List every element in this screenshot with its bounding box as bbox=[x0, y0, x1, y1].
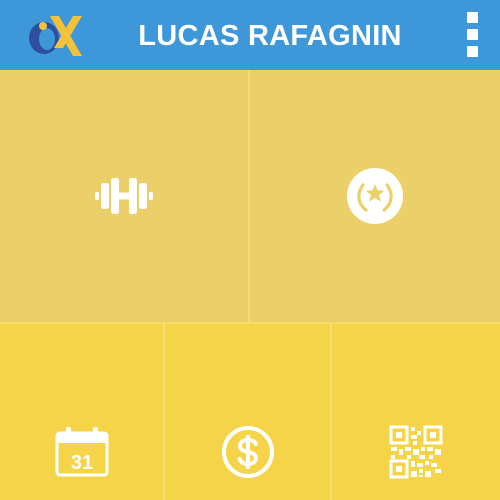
tile-calendar[interactable]: 31 bbox=[0, 324, 163, 500]
dollar-coin-icon bbox=[221, 426, 274, 478]
tile-awards[interactable] bbox=[250, 70, 500, 322]
page-title: LUCAS RAFAGNIN bbox=[138, 20, 402, 52]
overflow-menu-icon[interactable] bbox=[462, 12, 484, 58]
calendar-icon: 31 bbox=[55, 427, 108, 477]
tile-payment[interactable] bbox=[165, 324, 330, 500]
tile-qr[interactable] bbox=[332, 324, 500, 500]
app-header: LUCAS RAFAGNIN bbox=[0, 0, 500, 70]
calendar-day-label: 31 bbox=[70, 452, 92, 474]
tile-workout[interactable] bbox=[0, 70, 248, 322]
laurel-star-icon bbox=[347, 168, 403, 224]
qr-code-icon bbox=[389, 425, 443, 479]
dumbbell-icon bbox=[95, 178, 153, 214]
brand-logo-icon[interactable] bbox=[24, 12, 84, 60]
